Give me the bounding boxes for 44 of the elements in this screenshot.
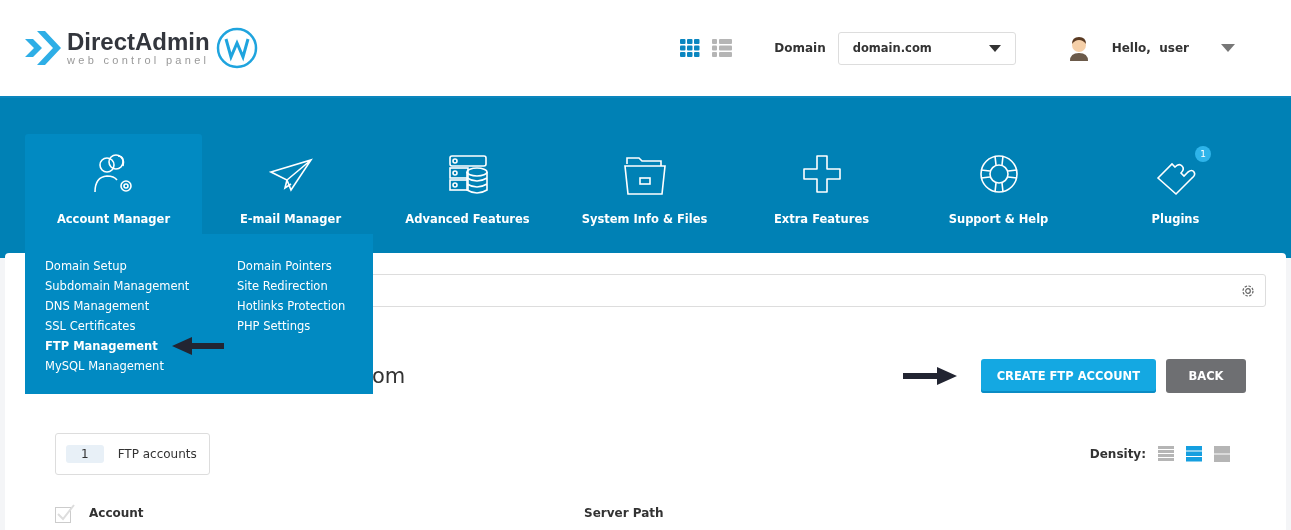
count-label: FTP accounts <box>117 447 197 461</box>
back-button[interactable]: BACK <box>1166 359 1246 393</box>
caret-icon <box>988 44 1001 52</box>
menu-item[interactable]: Subdomain Management <box>45 279 190 293</box>
menu-item[interactable]: Hotlinks Protection <box>237 299 346 313</box>
menu-item[interactable]: PHP Settings <box>237 319 311 333</box>
logo-circle-icon <box>215 27 258 69</box>
density-option-icon[interactable] <box>1186 446 1202 462</box>
nav-tab[interactable]: 1 Plugins <box>1087 134 1264 234</box>
menu-item[interactable]: Domain Setup <box>45 259 127 273</box>
nav-tab[interactable]: System Info & Files <box>556 134 733 234</box>
density-label: Density: <box>1089 447 1146 461</box>
menu-item[interactable]: DNS Management <box>45 299 150 313</box>
domain-label: Domain <box>774 41 826 55</box>
caret-icon[interactable] <box>1221 44 1235 52</box>
create-button[interactable]: CREATE FTP ACCOUNT <box>980 359 1156 393</box>
page-title: om <box>372 364 406 388</box>
menu-item[interactable]: Site Redirection <box>237 279 328 293</box>
column-header: Account <box>89 506 145 520</box>
domain-select[interactable]: domain.com <box>837 31 1016 65</box>
column-header: Server Path <box>584 506 664 520</box>
nav-tab[interactable]: Extra Features <box>733 134 910 234</box>
settings-icon[interactable] <box>1241 283 1255 298</box>
menu-item[interactable]: MySQL Management <box>45 359 164 373</box>
density-option-icon[interactable] <box>1158 446 1174 462</box>
nav-tab[interactable]: Advanced Features <box>379 134 556 234</box>
menu-item[interactable]: FTP Management <box>45 339 158 353</box>
avatar-icon <box>1067 35 1090 61</box>
user-greeting: Hello, user <box>1111 41 1189 55</box>
pointer-arrow-icon <box>902 367 957 385</box>
menu-item[interactable]: Domain Pointers <box>237 259 332 273</box>
menu-item[interactable]: SSL Certificates <box>45 319 136 333</box>
grid-view-icon[interactable] <box>680 39 701 57</box>
logo-name: DirectAdmin <box>67 30 210 54</box>
nav-tab[interactable]: E-mail Manager <box>202 134 379 234</box>
logo-tagline: web control panel <box>67 54 210 66</box>
logo-chevrons-icon <box>25 31 61 65</box>
list-view-icon[interactable] <box>712 39 733 57</box>
notification-badge: 1 <box>1195 146 1211 162</box>
select-all-checkbox[interactable] <box>55 503 75 523</box>
count-value: 1 <box>66 445 104 463</box>
nav-tab[interactable]: Support & Help <box>910 134 1087 234</box>
pointer-arrow-icon <box>171 337 224 355</box>
nav-tab[interactable]: Account Manager <box>25 134 202 234</box>
